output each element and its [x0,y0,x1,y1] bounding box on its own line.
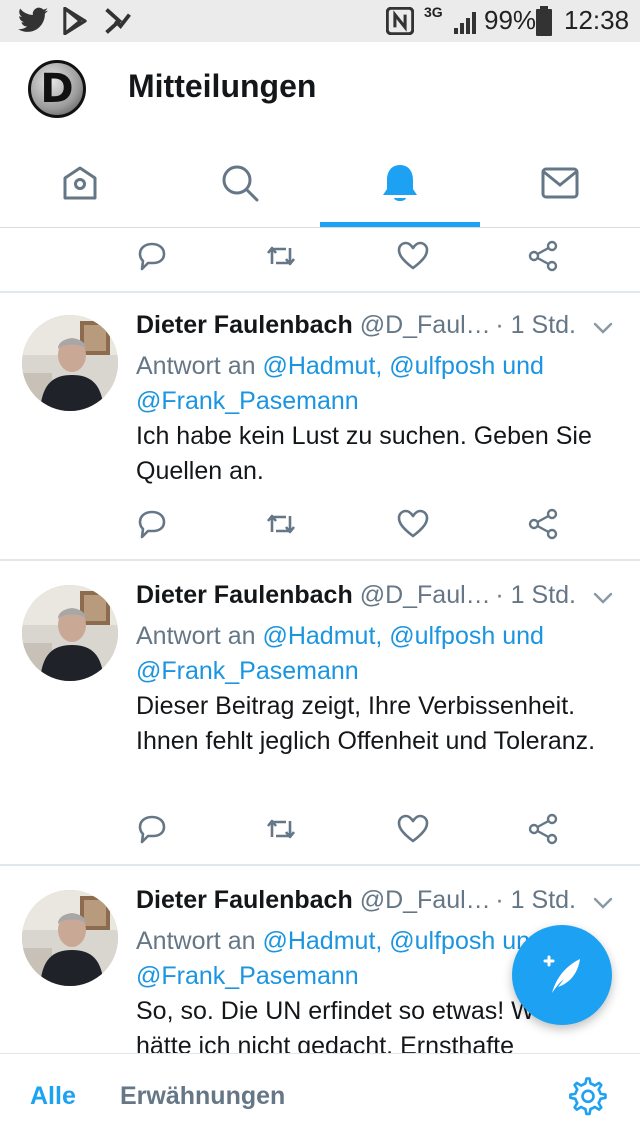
tweet-header: Dieter Faulenbach @D_Faul… · 1 Std. [136,311,616,347]
like-icon[interactable] [396,812,430,846]
profile-avatar[interactable]: D [28,60,86,118]
tweet-time: · 1 Std. [489,886,576,915]
tweet-time: · 1 Std. [489,581,576,610]
reply-prefix: Antwort an [136,927,256,955]
retweet-icon[interactable] [264,507,298,541]
chevron-down-icon[interactable] [590,585,616,611]
tweet-text: Ich habe kein Lust zu suchen. Geben Sie … [136,422,592,485]
home-icon [63,166,97,200]
battery-percent: 99% [484,5,537,35]
author-name[interactable]: Dieter Faulenbach [136,886,353,914]
tweet-time: · 1 Std. [489,311,576,340]
tab-notifications[interactable] [320,138,480,228]
tweet-header: Dieter Faulenbach @D_Faul… · 1 Std. [136,581,616,617]
divider [0,559,640,561]
battery-icon [536,6,552,36]
share-icon[interactable] [526,507,560,541]
chevron-down-icon[interactable] [590,315,616,341]
avatar-photo [22,890,118,986]
author-name[interactable]: Dieter Faulenbach [136,311,353,339]
retweet-icon[interactable] [264,812,298,846]
reply-icon[interactable] [134,507,168,541]
share-icon[interactable] [526,239,560,273]
user-avatar[interactable] [22,585,118,681]
tab-messages[interactable] [480,138,640,228]
divider [0,291,640,293]
network-type: 3G [424,4,443,20]
tweet-actions [0,239,640,285]
nfc-icon [386,7,414,35]
clock: 12:38 [564,5,630,35]
tweet-item[interactable]: Dieter Faulenbach @D_Faul… · 1 Std. Antw… [0,581,640,866]
active-tab-indicator [320,222,480,227]
reply-context: Antwort an @Hadmut, @ulfposh und @Frank_… [136,349,606,419]
app-header: D Mitteilungen [0,42,640,228]
filter-mentions-tab[interactable]: Erwähnungen [120,1082,285,1111]
compose-tweet-button[interactable] [512,925,612,1025]
retweet-icon[interactable] [264,239,298,273]
tab-search[interactable] [160,138,320,228]
settings-gear-icon[interactable] [568,1076,608,1116]
play-store-icon [63,7,87,35]
tweet-text: Dieser Beitrag zeigt, Ihre Verbissenheit… [136,692,596,755]
divider [0,864,640,866]
mail-icon [541,167,579,199]
reply-icon[interactable] [134,239,168,273]
compose-feather-icon [543,955,580,993]
author-handle[interactable]: @D_Faul… [360,886,491,914]
reply-prefix: Antwort an [136,352,256,380]
avatar-photo [22,315,118,411]
reply-prefix: Antwort an [136,622,256,650]
tab-bar [0,138,640,228]
checkmark-app-icon [105,8,131,34]
search-icon [222,165,259,202]
author-name[interactable]: Dieter Faulenbach [136,581,353,609]
filter-all-tab[interactable]: Alle [30,1082,76,1111]
author-handle[interactable]: @D_Faul… [360,581,491,609]
avatar-photo [22,585,118,681]
tweet-header: Dieter Faulenbach @D_Faul… · 1 Std. [136,886,616,922]
bell-icon [383,165,417,201]
like-icon[interactable] [396,507,430,541]
tab-home[interactable] [0,138,160,228]
tweet-actions [0,507,640,553]
user-avatar[interactable] [22,890,118,986]
user-avatar[interactable] [22,315,118,411]
like-icon[interactable] [396,239,430,273]
avatar-letter: D [40,66,74,112]
twitter-icon [18,7,48,32]
signal-icon [454,12,476,34]
reply-icon[interactable] [134,812,168,846]
tweet-actions [0,812,640,858]
status-bar: 3G 99% 12:38 [0,0,640,42]
share-icon[interactable] [526,812,560,846]
notifications-filter-bar: Alle Erwähnungen [0,1053,640,1138]
reply-context: Antwort an @Hadmut, @ulfposh und @Frank_… [136,619,606,689]
page-title: Mitteilungen [128,68,317,104]
tweet-item[interactable]: Dieter Faulenbach @D_Faul… · 1 Std. Antw… [0,311,640,561]
author-handle[interactable]: @D_Faul… [360,311,491,339]
chevron-down-icon[interactable] [590,890,616,916]
